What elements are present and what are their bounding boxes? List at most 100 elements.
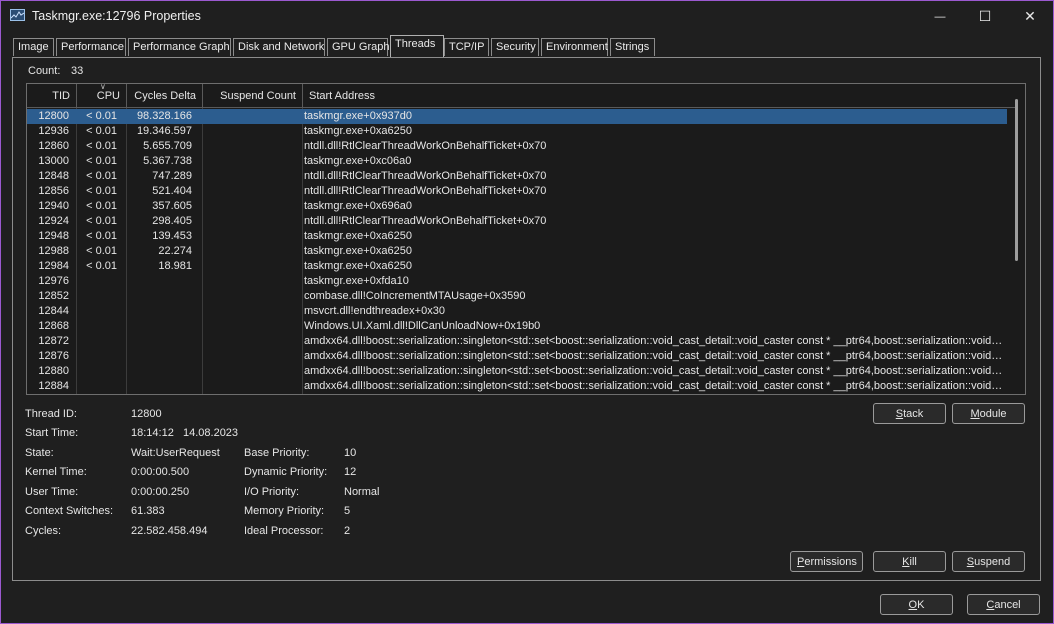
vertical-scrollbar[interactable] <box>1015 99 1018 261</box>
cell-start-address: taskmgr.exe+0xc06a0 <box>304 155 412 167</box>
table-row[interactable]: 12948 < 0.01 139.453 taskmgr.exe+0xa6250 <box>27 229 1007 244</box>
module-mnemonic: M <box>970 408 980 420</box>
cell-tid: 12948 <box>38 230 69 242</box>
ideal-processor-label: Ideal Processor: <box>244 525 324 537</box>
table-row[interactable]: 12984 < 0.01 18.981 taskmgr.exe+0xa6250 <box>27 259 1007 274</box>
cancel-button[interactable]: Cancel <box>967 594 1040 615</box>
tab-environment[interactable]: Environment <box>541 38 608 56</box>
base-priority-label: Base Priority: <box>244 447 310 459</box>
cell-cycles-delta: 19.346.597 <box>136 125 192 137</box>
column-header-suspend-count[interactable]: Suspend Count <box>203 84 303 107</box>
table-row[interactable]: 13000 < 0.01 5.367.738 taskmgr.exe+0xc06a0 <box>27 154 1007 169</box>
table-row[interactable]: 12940 < 0.01 357.605 taskmgr.exe+0x696a0 <box>27 199 1007 214</box>
table-row[interactable]: 12988 < 0.01 22.274 taskmgr.exe+0xa6250 <box>27 244 1007 259</box>
cell-start-address: combase.dll!CoIncrementMTAUsage+0x3590 <box>304 290 526 302</box>
cell-tid: 12848 <box>38 170 69 182</box>
stack-button[interactable]: Stack <box>873 403 946 424</box>
count-value: 33 <box>71 65 84 77</box>
cell-start-address: taskmgr.exe+0xa6250 <box>304 230 412 242</box>
suspend-label: uspend <box>974 556 1011 568</box>
context-switches-value: 61.383 <box>131 505 165 517</box>
cell-start-address: amdxx64.dll!boost::serialization::single… <box>304 365 1004 377</box>
table-row[interactable]: 12852 combase.dll!CoIncrementMTAUsage+0x3… <box>27 289 1007 304</box>
kill-mnemonic: K <box>902 556 910 568</box>
base-priority-value: 10 <box>344 447 357 459</box>
tab-threads[interactable]: Threads <box>390 35 444 57</box>
column-header-start-address[interactable]: Start Address <box>303 84 1017 107</box>
cycles-value: 22.582.458.494 <box>131 525 208 537</box>
table-row[interactable]: 12868 Windows.UI.Xaml.dll!DllCanUnloadNow… <box>27 319 1007 334</box>
cell-start-address: ntdll.dll!RtlClearThreadWorkOnBehalfTick… <box>304 170 547 182</box>
cell-start-address: ntdll.dll!RtlClearThreadWorkOnBehalfTick… <box>304 215 547 227</box>
process-explorer-icon <box>10 9 25 21</box>
cell-tid: 12852 <box>38 290 69 302</box>
cell-cycles-delta: 98.328.166 <box>136 110 192 122</box>
tab-image[interactable]: Image <box>13 38 54 56</box>
state-label: State: <box>25 447 54 459</box>
column-header-tid[interactable]: TID <box>27 84 77 107</box>
minimize-button[interactable]: — <box>917 1 963 32</box>
cycles-label: Cycles: <box>25 525 62 537</box>
stack-label: tack <box>903 408 924 420</box>
cell-cycles-delta: 18.981 <box>158 260 192 272</box>
close-button[interactable]: ✕ <box>1007 1 1053 32</box>
table-row[interactable]: 12884 amdxx64.dll!boost::serialization::s… <box>27 379 1007 394</box>
cell-tid: 12976 <box>38 275 69 287</box>
ok-mnemonic: O <box>908 599 918 611</box>
table-row[interactable]: 12924 < 0.01 298.405 ntdll.dll!RtlClearThre… <box>27 214 1007 229</box>
module-button[interactable]: Module <box>952 403 1025 424</box>
cell-cpu: < 0.01 <box>86 140 117 152</box>
tab-performance-graph[interactable]: Performance Graph <box>128 38 231 56</box>
cell-start-address: Windows.UI.Xaml.dll!DllCanUnloadNow+0x19… <box>304 320 541 332</box>
cell-start-address: ntdll.dll!RtlClearThreadWorkOnBehalfTick… <box>304 140 547 152</box>
table-row[interactable]: 12844 msvcrt.dll!endthreadex+0x30 <box>27 304 1007 319</box>
column-header-cpu[interactable]: ∨ CPU <box>77 84 127 107</box>
column-header-cycles-delta[interactable]: Cycles Delta <box>127 84 203 107</box>
table-row[interactable]: 12860 < 0.01 5.655.709 ntdll.dll!RtlClearTh… <box>27 139 1007 154</box>
cell-tid: 12924 <box>38 215 69 227</box>
cancel-label: ancel <box>994 599 1021 611</box>
cell-start-address: taskmgr.exe+0x696a0 <box>304 200 412 212</box>
cell-tid: 12988 <box>38 245 69 257</box>
suspend-button[interactable]: Suspend <box>952 551 1025 572</box>
tab-disk-and-network[interactable]: Disk and Network <box>233 38 325 56</box>
user-time-value: 0:00:00.250 <box>131 486 190 498</box>
maximize-button[interactable]: ☐ <box>962 1 1008 32</box>
tab-security[interactable]: Security <box>491 38 539 56</box>
table-row[interactable]: 12876 amdxx64.dll!boost::serialization::s… <box>27 349 1007 364</box>
stack-mnemonic: S <box>895 408 904 420</box>
tab-performance[interactable]: Performance <box>56 38 126 56</box>
cell-cycles-delta: 5.655.709 <box>143 140 192 152</box>
cell-start-address: taskmgr.exe+0xa6250 <box>304 125 412 137</box>
cell-tid: 12800 <box>38 110 69 122</box>
cell-cpu: < 0.01 <box>86 110 117 122</box>
ideal-processor-value: 2 <box>344 525 351 537</box>
threads-list[interactable]: TID ∨ CPU Cycles Delta Suspend Count Sta… <box>26 83 1026 395</box>
permissions-button[interactable]: Permissions <box>790 551 863 572</box>
table-row[interactable]: 12880 amdxx64.dll!boost::serialization::s… <box>27 364 1007 379</box>
table-row[interactable]: 12856 < 0.01 521.404 ntdll.dll!RtlClearThre… <box>27 184 1007 199</box>
cell-cycles-delta: 357.605 <box>152 200 192 212</box>
tab-strings[interactable]: Strings <box>610 38 655 56</box>
tab-gpu-graph[interactable]: GPU Graph <box>327 38 389 56</box>
cell-tid: 12880 <box>38 365 69 377</box>
cell-cpu: < 0.01 <box>86 125 117 137</box>
cell-tid: 12936 <box>38 125 69 137</box>
cell-start-address: taskmgr.exe+0xfda10 <box>304 275 409 287</box>
table-row[interactable]: 12936 < 0.01 19.346.597 taskmgr.exe+0xa6250 <box>27 124 1007 139</box>
tab-tcpip[interactable]: TCP/IP <box>444 38 489 56</box>
minimize-icon: — <box>934 10 946 23</box>
cell-start-address: taskmgr.exe+0xa6250 <box>304 260 412 272</box>
ok-button[interactable]: OK <box>880 594 953 615</box>
table-row[interactable]: 12872 amdxx64.dll!boost::serialization::s… <box>27 334 1007 349</box>
cell-tid: 12940 <box>38 200 69 212</box>
kill-label: ill <box>909 556 917 568</box>
kill-button[interactable]: Kill <box>873 551 946 572</box>
table-row[interactable]: 12848 < 0.01 747.289 ntdll.dll!RtlClearThre… <box>27 169 1007 184</box>
cell-cycles-delta: 521.404 <box>152 185 192 197</box>
cell-cpu: < 0.01 <box>86 155 117 167</box>
table-row[interactable]: 12800 < 0.01 98.328.166 taskmgr.exe+0x937d0 <box>27 109 1007 124</box>
table-row[interactable]: 12976 taskmgr.exe+0xfda10 <box>27 274 1007 289</box>
cell-tid: 12868 <box>38 320 69 332</box>
start-time-value: 18:14:12 14.08.2023 <box>131 427 239 439</box>
